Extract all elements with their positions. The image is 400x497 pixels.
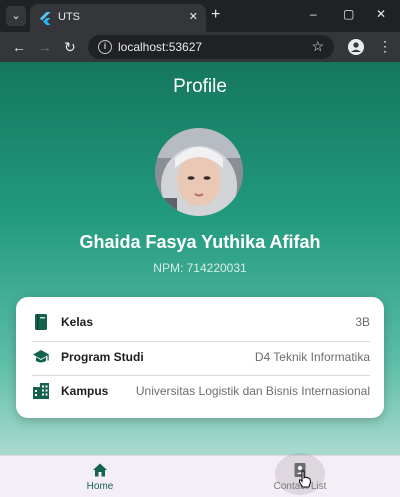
tab-close-icon[interactable]: ✕ <box>189 10 198 23</box>
address-bar[interactable]: i localhost:53627 ☆ <box>88 35 334 59</box>
detail-row-program-studi: Program Studi D4 Teknik Informatika <box>16 342 384 372</box>
avatar <box>155 128 243 216</box>
url-text[interactable]: localhost:53627 <box>118 40 202 54</box>
maximize-button[interactable]: ▢ <box>343 7 354 21</box>
menu-icon[interactable]: ⋮ <box>378 38 392 54</box>
app-viewport: Profile Ghaida Fasya Yuthika Afifah NPM:… <box>0 62 400 497</box>
page-title: Profile <box>173 76 227 97</box>
browser-tab[interactable]: UTS ✕ <box>30 4 206 32</box>
profile-name: Ghaida Fasya Yuthika Afifah <box>79 232 321 252</box>
detail-row-kelas: Kelas 3B <box>16 307 384 337</box>
reload-icon[interactable]: ↻ <box>64 39 76 55</box>
close-window-button[interactable]: ✕ <box>376 7 386 21</box>
detail-value: Universitas Logistik dan Bisnis Internas… <box>135 384 370 398</box>
tab-title: UTS <box>58 11 80 23</box>
flutter-logo-icon <box>40 12 51 25</box>
detail-label: Kampus <box>61 384 109 398</box>
school-icon <box>33 350 49 363</box>
profile-photo <box>155 128 243 216</box>
detail-row-kampus: Kampus Universitas Logistik dan Bisnis I… <box>16 376 384 406</box>
browser-toolbar: ← → ↻ i localhost:53627 ☆ ⋮ <box>0 32 400 62</box>
profile-npm: NPM: 714220031 <box>153 261 247 275</box>
bottom-navigation: Home Contact List <box>0 453 400 497</box>
tab-search-button[interactable]: ⌄ <box>6 6 26 26</box>
minimize-button[interactable]: – <box>310 7 317 21</box>
star-icon[interactable]: ☆ <box>311 38 324 55</box>
back-icon[interactable]: ← <box>12 39 26 55</box>
detail-value: D4 Teknik Informatika <box>254 350 370 364</box>
detail-label: Program Studi <box>61 350 144 364</box>
nav-label-home: Home <box>86 481 114 492</box>
hand-cursor-icon <box>299 470 312 488</box>
forward-icon[interactable]: → <box>38 39 52 55</box>
home-icon <box>93 463 107 477</box>
browser-tab-bar: ⌄ UTS ✕ + – ▢ ✕ <box>0 0 400 32</box>
book-icon <box>35 314 47 330</box>
nav-item-home[interactable]: Home <box>0 456 200 497</box>
info-icon[interactable]: i <box>98 40 112 54</box>
new-tab-button[interactable]: + <box>211 6 220 24</box>
detail-label: Kelas <box>61 315 94 329</box>
profile-details-card: Kelas 3B Program Studi D4 Teknik Informa… <box>16 297 384 418</box>
building-icon <box>33 383 49 399</box>
account-icon[interactable] <box>348 39 364 55</box>
detail-value: 3B <box>355 315 370 329</box>
